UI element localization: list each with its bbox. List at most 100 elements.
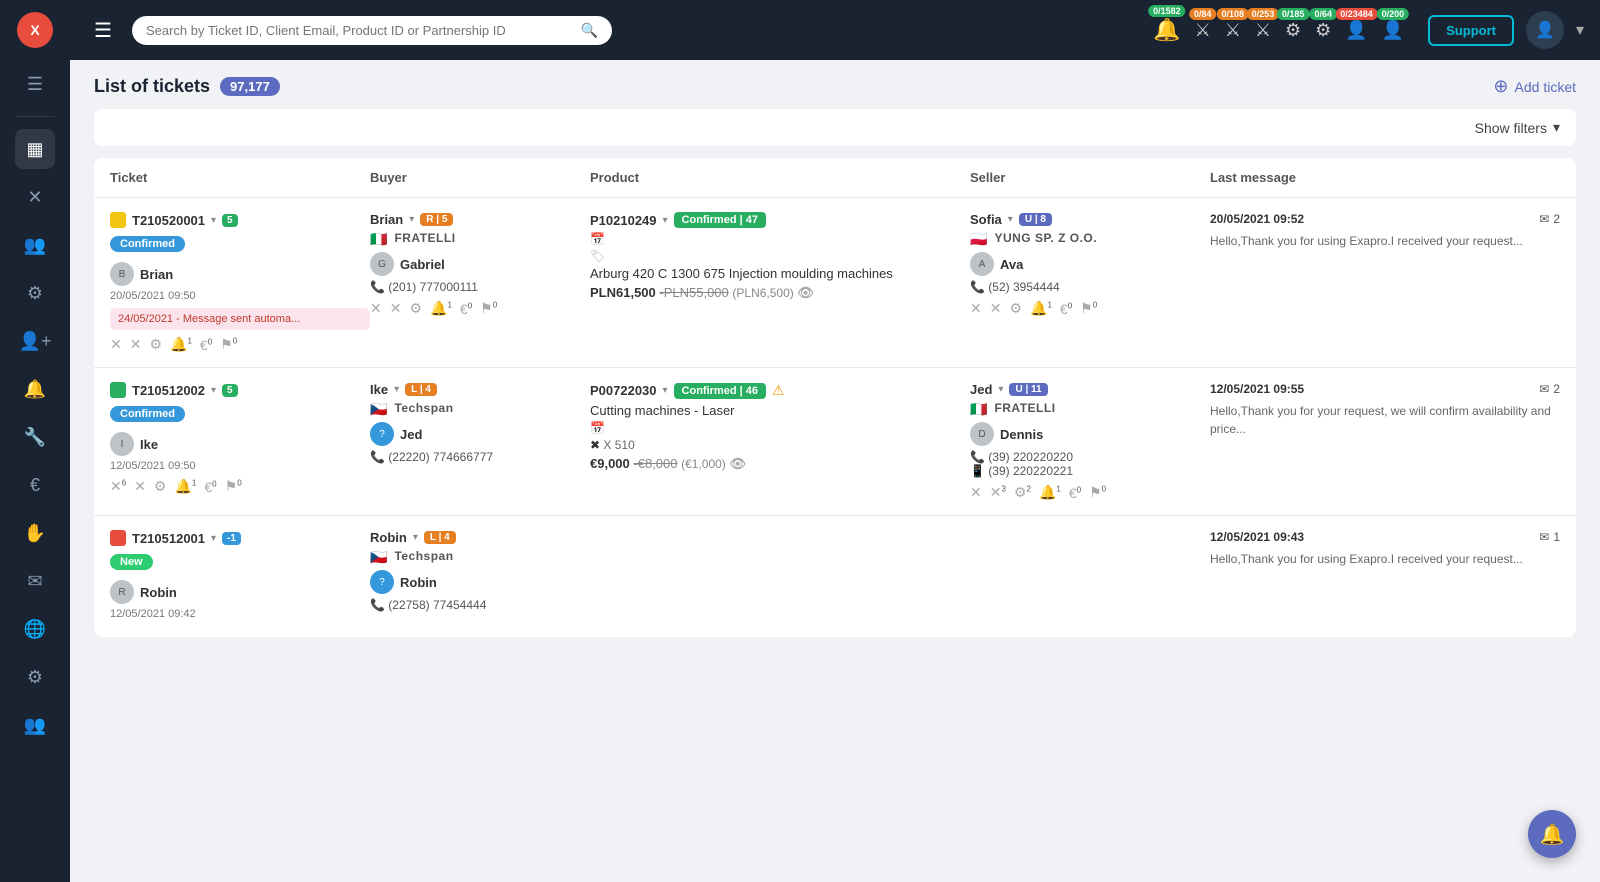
nav-badge-battle2[interactable]: 0/108 ⚔ <box>1221 16 1245 45</box>
sidebar-item-settings[interactable]: ⚙ <box>15 273 55 313</box>
sidebar-item-mail[interactable]: ✉ <box>15 561 55 601</box>
chevron-ticket-3[interactable]: ▾ <box>211 533 216 544</box>
t2-bell[interactable]: 🔔1 <box>174 478 196 495</box>
ticket-id-2[interactable]: T210512002 <box>132 383 205 398</box>
product-eye-icon-2[interactable]: 👁 <box>729 456 746 471</box>
ticket-table: Ticket Buyer Product Seller Last message… <box>94 158 1576 637</box>
sidebar-item-euro[interactable]: € <box>15 465 55 505</box>
nav-badge-gear1[interactable]: 0/185 ⚙ <box>1281 16 1305 45</box>
show-filters-button[interactable]: Show filters ▾ <box>1475 119 1560 136</box>
action-flag[interactable]: ⚑0 <box>220 336 237 353</box>
seller-chevron-1[interactable]: ▾ <box>1008 214 1013 225</box>
buyer-action-bell[interactable]: 🔔1 <box>430 300 452 317</box>
nav-badge-battle3[interactable]: 0/253 ⚔ <box>1251 16 1275 45</box>
t2-flag[interactable]: ⚑0 <box>225 478 242 495</box>
s2-action-2[interactable]: ✕3 <box>990 484 1006 501</box>
product-eye-icon-1[interactable]: 👁 <box>797 285 814 300</box>
seller-action-gear[interactable]: ⚙ <box>1009 300 1022 317</box>
s2-euro[interactable]: €0 <box>1069 485 1081 501</box>
user-menu-chevron[interactable]: ▾ <box>1576 20 1584 40</box>
sidebar-item-hand[interactable]: ✋ <box>15 513 55 553</box>
product-id-1[interactable]: P10210249 <box>590 213 657 228</box>
search-bar[interactable]: 🔍 <box>132 16 612 45</box>
sidebar-item-add-user[interactable]: 👤+ <box>15 321 55 361</box>
badge-count-battle3: 0/253 <box>1247 8 1280 20</box>
nav-badge-battle1[interactable]: 0/84 ⚔ <box>1191 16 1215 45</box>
seller-avatar-2: D <box>970 422 994 446</box>
sidebar-item-users[interactable]: 👥 <box>15 225 55 265</box>
buyer-chevron-1[interactable]: ▾ <box>409 214 414 225</box>
seller-action-flag[interactable]: ⚑0 <box>1080 300 1097 317</box>
t2-gear[interactable]: ⚙ <box>154 478 167 495</box>
buyer-action-gear[interactable]: ⚙ <box>409 300 422 317</box>
sidebar-item-bell[interactable]: 🔔 <box>15 369 55 409</box>
support-button[interactable]: Support <box>1428 15 1514 46</box>
seller-flag-2: 🇮🇹 <box>970 401 987 418</box>
s2-gear[interactable]: ⚙2 <box>1014 484 1031 501</box>
sidebar-item-dashboard[interactable]: ▦ <box>15 129 55 169</box>
product-chevron-1[interactable]: ▾ <box>663 215 668 226</box>
msg-count-1: ✉ 2 <box>1539 212 1560 226</box>
ticket-id-1[interactable]: T210520001 <box>132 213 205 228</box>
seller-flag-1: 🇵🇱 <box>970 231 987 248</box>
ticket-id-3[interactable]: T210512001 <box>132 531 205 546</box>
search-input[interactable] <box>146 23 573 38</box>
buyer-chevron-2[interactable]: ▾ <box>394 384 399 395</box>
sidebar-item-globe[interactable]: 🌐 <box>15 609 55 649</box>
buyer-action-euro[interactable]: €0 <box>460 301 472 317</box>
hamburger-menu[interactable]: ☰ <box>86 14 120 47</box>
product-calendar-icon-1: 📅 <box>590 232 605 246</box>
action-bell[interactable]: 🔔1 <box>170 336 192 353</box>
nav-badge-user-plus[interactable]: 0/200 👤 <box>1378 16 1408 45</box>
nav-badge-bell[interactable]: 0/1582 🔔 <box>1149 13 1184 47</box>
sidebar-item-xpro[interactable]: ✕ <box>15 177 55 217</box>
notification-fab[interactable]: 🔔 <box>1528 810 1576 858</box>
ticket-note-1: 24/05/2021 - Message sent automa... <box>110 308 370 330</box>
buyer-action-flag[interactable]: ⚑0 <box>480 300 497 317</box>
s2-action-1[interactable]: ✕ <box>970 484 982 501</box>
seller-chevron-2[interactable]: ▾ <box>998 384 1003 395</box>
add-ticket-button[interactable]: ⊕ Add ticket <box>1493 76 1576 97</box>
sidebar-item-team[interactable]: 👥 <box>15 705 55 745</box>
action-gear[interactable]: ⚙ <box>149 336 162 353</box>
buyer-action-2[interactable]: ✕ <box>390 300 402 317</box>
seller-action-bell[interactable]: 🔔1 <box>1030 300 1052 317</box>
person-name-2: Ike <box>140 437 158 452</box>
seller-action-2[interactable]: ✕ <box>990 300 1002 317</box>
action-euro[interactable]: €0 <box>200 337 212 353</box>
seller-action-euro[interactable]: €0 <box>1060 301 1072 317</box>
main-area: ☰ 🔍 0/1582 🔔 0/84 ⚔ 0/108 ⚔ 0/253 ⚔ <box>70 0 1600 882</box>
chevron-ticket-2[interactable]: ▾ <box>211 385 216 396</box>
table-row: T210512001 ▾ -1 New R Robin 12/05/2021 0… <box>94 516 1576 637</box>
ticket-actions-1: ✕ ✕ ⚙ 🔔1 €0 ⚑0 <box>110 336 370 353</box>
msg-count-2: ✉ 2 <box>1539 382 1560 396</box>
user-avatar[interactable]: 👤 <box>1526 11 1564 49</box>
sidebar-item-menu[interactable]: ☰ <box>15 64 55 104</box>
buyer-chevron-3[interactable]: ▾ <box>413 532 418 543</box>
product-price-2: €9,000 -€8,000 (€1,000) 👁 <box>590 456 970 472</box>
badge-count-user-plus: 0/200 <box>1377 8 1410 20</box>
nav-badge-gear2[interactable]: 0/64 ⚙ <box>1311 16 1335 45</box>
buyer-flag-3: 🇨🇿 <box>370 549 387 566</box>
s2-flag[interactable]: ⚑0 <box>1089 484 1106 501</box>
product-id-2[interactable]: P00722030 <box>590 383 657 398</box>
sidebar-item-tools[interactable]: 🔧 <box>15 417 55 457</box>
sidebar-item-sliders[interactable]: ⚙ <box>15 657 55 697</box>
msg-date-2: 12/05/2021 09:55 <box>1210 382 1304 396</box>
chevron-ticket-1[interactable]: ▾ <box>211 215 216 226</box>
badge-count-battle2: 0/108 <box>1217 8 1250 20</box>
action-cross-1[interactable]: ✕ <box>110 336 122 353</box>
t2-euro[interactable]: €0 <box>204 479 216 495</box>
nav-badge-user-large[interactable]: 0/23484 👤 <box>1341 16 1371 45</box>
t2-action-2[interactable]: ✕ <box>134 478 146 495</box>
action-cross-2[interactable]: ✕ <box>130 336 142 353</box>
app-logo[interactable]: X <box>17 12 53 48</box>
seller-action-1[interactable]: ✕ <box>970 300 982 317</box>
status-badge-2: Confirmed <box>110 406 185 422</box>
seller-name-1: Sofia <box>970 212 1002 227</box>
product-chevron-2[interactable]: ▾ <box>663 385 668 396</box>
buyer-avatar-3: ? <box>370 570 394 594</box>
s2-bell[interactable]: 🔔1 <box>1039 484 1061 501</box>
buyer-action-1[interactable]: ✕ <box>370 300 382 317</box>
t2-action-1[interactable]: ✕6 <box>110 478 126 495</box>
